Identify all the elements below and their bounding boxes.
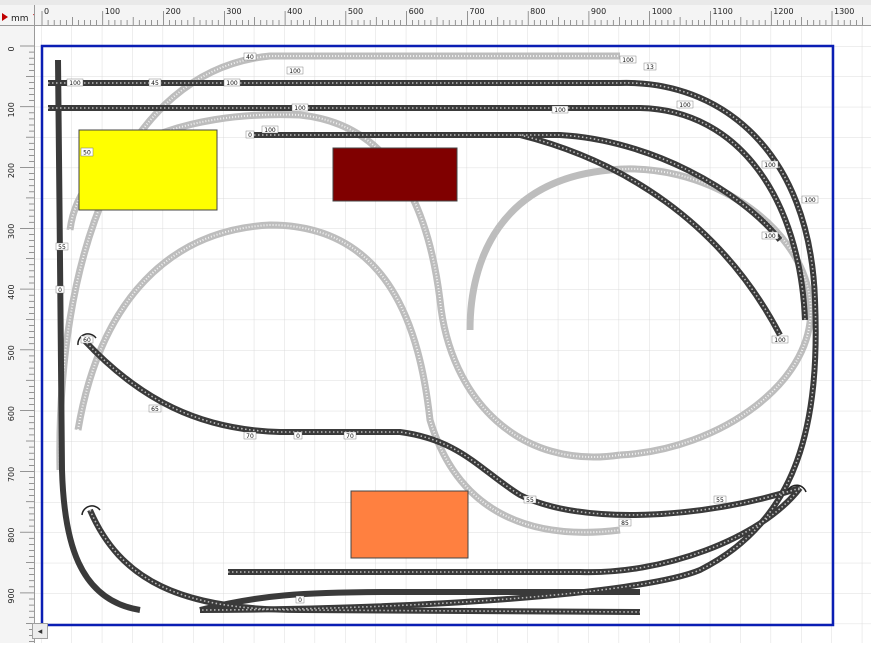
track-label-item: 65	[148, 404, 162, 413]
ruler-top-label: 1100	[712, 7, 732, 16]
ruler-left-label: 600	[7, 406, 16, 421]
track-label-item: 100	[676, 100, 694, 109]
track-label-item: 100	[619, 55, 637, 64]
ruler-top-label: 400	[287, 7, 302, 16]
ruler-top-label: 800	[530, 7, 545, 16]
ruler-left: 0 100 200 300 400 500 600 700 800 900	[0, 26, 35, 643]
track-label-text: 100	[226, 80, 238, 87]
track-label-item: 100	[761, 231, 779, 240]
zone-labels: 50	[80, 147, 94, 157]
track-label-text: 65	[151, 406, 159, 413]
ruler-left-label: 500	[7, 345, 16, 360]
track-label-item: 55	[713, 495, 727, 504]
ruler-top-label: 500	[348, 7, 363, 16]
track-label-text: 100	[804, 197, 816, 204]
track-label-item: 100	[801, 195, 819, 204]
track-label-item: 70	[343, 431, 357, 440]
track-label-text: 100	[764, 233, 776, 240]
ruler-left-label: 900	[7, 588, 16, 603]
ruler-top-label: 300	[226, 7, 241, 16]
ruler-left-label: 0	[7, 46, 16, 51]
ruler-top-label: 600	[409, 7, 424, 16]
track-label-item: 0	[293, 431, 303, 440]
ruler-left-label: 800	[7, 528, 16, 543]
track-label-item: 0	[55, 285, 65, 294]
track-label-item: 100	[551, 105, 569, 114]
zone-dark-red[interactable]	[332, 147, 458, 202]
track-label-text: 100	[764, 162, 776, 169]
ruler-left-label: 700	[7, 467, 16, 482]
ruler-top-label: 0	[44, 7, 49, 16]
track-label-item: 100	[223, 78, 241, 87]
ruler-top-label: 100	[105, 7, 120, 16]
layout-canvas[interactable]: 50 40 45 100 100 100 100 100 100 100 100 100 100 100…	[0, 0, 871, 643]
track-label-text: 0	[58, 287, 62, 294]
track-label-text: 100	[289, 68, 301, 75]
track-label-text: 100	[554, 107, 566, 114]
track-label-text: 45	[151, 80, 159, 87]
track-label-item: 100	[291, 103, 309, 112]
track-label-text: 100	[774, 337, 786, 344]
ruler-left-label: 100	[7, 102, 16, 117]
ruler-top-label: 1200	[773, 7, 793, 16]
track-label-text: 60	[83, 337, 91, 344]
track-label-text: 55	[58, 244, 66, 251]
track-label-text: 100	[69, 80, 81, 87]
ruler-top-label: 900	[591, 7, 606, 16]
track-label-text: 40	[246, 54, 254, 61]
track-label-text: 55	[526, 497, 534, 504]
ruler-top-label: 1300	[834, 7, 854, 16]
ruler-left-label: 200	[7, 163, 16, 178]
track-label-item: 100	[761, 160, 779, 169]
track-label-text: 100	[622, 57, 634, 64]
track-label-item: 60	[80, 335, 94, 344]
track-label-item: 0	[245, 130, 255, 139]
track-label-item: 55	[55, 242, 69, 251]
track-label-item: 45	[148, 78, 162, 87]
ruler-left-label: 400	[7, 284, 16, 299]
ruler-left-label: 300	[7, 224, 16, 239]
track-label-text: 0	[298, 597, 302, 604]
track-label-item: 85	[618, 518, 632, 527]
track-label-text: 100	[679, 102, 691, 109]
track-label-item: 100	[286, 66, 304, 75]
origin-marker-left	[2, 13, 8, 21]
track-label-text: 55	[716, 497, 724, 504]
track-label-text: 13	[646, 64, 654, 71]
track-label-item: 100	[261, 125, 279, 134]
track-label-item: 40	[243, 52, 257, 61]
zone-yellow-label: 50	[83, 150, 91, 157]
track-label-text: 0	[296, 433, 300, 440]
zone-orange[interactable]	[350, 490, 469, 559]
ruler-top-label: 700	[469, 7, 484, 16]
track-label-item: 100	[771, 335, 789, 344]
track-label-text: 85	[621, 520, 629, 527]
track-label-item: 70	[243, 431, 257, 440]
track-label-item: 13	[643, 62, 657, 71]
ruler-top-label: 1000	[652, 7, 672, 16]
track-label-text: 100	[294, 105, 306, 112]
ruler-corner: mm	[0, 5, 35, 26]
track-label-text: 0	[248, 132, 252, 139]
origin-marker-top	[33, 14, 34, 16]
track-label-text: 70	[346, 433, 354, 440]
ruler-top: 0 100 200 300 400 500 600 700 800 900 1000 1100 1200…	[0, 5, 871, 26]
zone-yellow[interactable]	[78, 129, 218, 211]
scroll-left-button[interactable]: ◂	[32, 623, 48, 639]
track-label-text: 70	[246, 433, 254, 440]
ruler-top-label: 200	[166, 7, 181, 16]
track-label-item: 55	[523, 495, 537, 504]
track-label-item: 100	[66, 78, 84, 87]
track-label-item: 0	[295, 595, 305, 604]
track-label-text: 100	[264, 127, 276, 134]
